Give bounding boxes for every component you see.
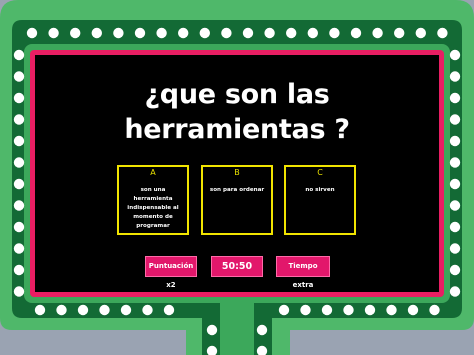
extra-time-button[interactable]: Tiempo extra — [276, 256, 330, 289]
light-dot — [343, 304, 354, 316]
light-dot — [449, 92, 461, 104]
light-dot — [449, 264, 461, 276]
light-dot — [350, 27, 362, 39]
light-dot — [307, 27, 318, 39]
light-dot — [13, 157, 25, 168]
double-score-button[interactable]: Puntuación x2 — [145, 256, 197, 289]
light-dot — [13, 114, 25, 125]
light-dot — [120, 304, 132, 316]
light-dot — [13, 200, 25, 211]
light-dot — [113, 27, 124, 39]
light-dot — [26, 27, 38, 39]
light-dot — [13, 178, 25, 190]
light-dot — [278, 304, 290, 316]
light-dot — [13, 264, 25, 276]
answer-option-c[interactable]: C no sirven — [284, 165, 356, 235]
answer-option-a[interactable]: A son una herramienta indispensable al m… — [117, 165, 189, 235]
light-dot — [449, 286, 461, 297]
answer-letter: A — [150, 168, 156, 177]
light-dot — [449, 71, 461, 82]
stand-connector — [220, 297, 254, 355]
answer-letter: C — [317, 168, 323, 177]
light-dot — [364, 304, 376, 316]
answer-text: no sirven — [305, 187, 335, 193]
light-dot — [70, 27, 81, 39]
light-dot — [13, 71, 25, 82]
light-dot — [13, 243, 25, 254]
light-dot — [77, 304, 89, 316]
light-dot — [449, 221, 461, 233]
light-dot — [449, 157, 461, 168]
light-dot — [13, 135, 25, 147]
light-dot — [13, 221, 25, 233]
light-dot — [286, 27, 297, 39]
light-dot — [134, 27, 146, 39]
question-line-1: ¿que son las — [144, 79, 330, 110]
light-dot — [449, 243, 461, 254]
light-dot — [449, 114, 461, 125]
answer-text: son una herramienta indispensable al mom… — [127, 187, 179, 229]
light-dot — [372, 27, 383, 39]
light-dot — [13, 286, 25, 297]
light-dot — [34, 304, 46, 316]
light-dot — [99, 304, 110, 316]
light-dot — [221, 27, 232, 39]
light-dot — [449, 135, 461, 147]
light-dot — [429, 304, 440, 316]
light-dot — [142, 304, 153, 316]
light-dot — [300, 304, 311, 316]
light-dot — [329, 27, 340, 39]
question-line-2: herramientas ? — [124, 114, 350, 145]
light-dot — [242, 27, 254, 39]
light-dot — [91, 27, 103, 39]
light-dot — [449, 178, 461, 190]
light-dot — [178, 27, 189, 39]
light-dot — [415, 27, 426, 39]
light-dot — [48, 27, 59, 39]
question-text: ¿que son las herramientas ? — [35, 77, 439, 147]
light-dot — [199, 27, 210, 39]
light-dot — [407, 304, 419, 316]
answer-text: son para ordenar — [209, 187, 265, 193]
light-dot — [394, 27, 405, 39]
light-dot — [156, 27, 167, 39]
light-dot — [386, 304, 397, 316]
light-dot — [13, 92, 25, 104]
light-dot — [13, 49, 25, 61]
light-dot — [206, 324, 218, 336]
light-dot — [256, 324, 268, 336]
answer-letter: B — [234, 168, 240, 177]
answer-option-b[interactable]: B son para ordenar — [201, 165, 273, 235]
timer-display: 50:50 — [211, 256, 263, 277]
light-dot — [321, 304, 333, 316]
light-dot — [56, 304, 67, 316]
light-dot — [264, 27, 275, 39]
question-panel: ¿que son las herramientas ? A son una he… — [35, 55, 439, 292]
light-dot — [437, 27, 448, 39]
light-dot — [449, 200, 461, 211]
light-dot — [449, 49, 461, 61]
light-dot — [163, 304, 175, 316]
